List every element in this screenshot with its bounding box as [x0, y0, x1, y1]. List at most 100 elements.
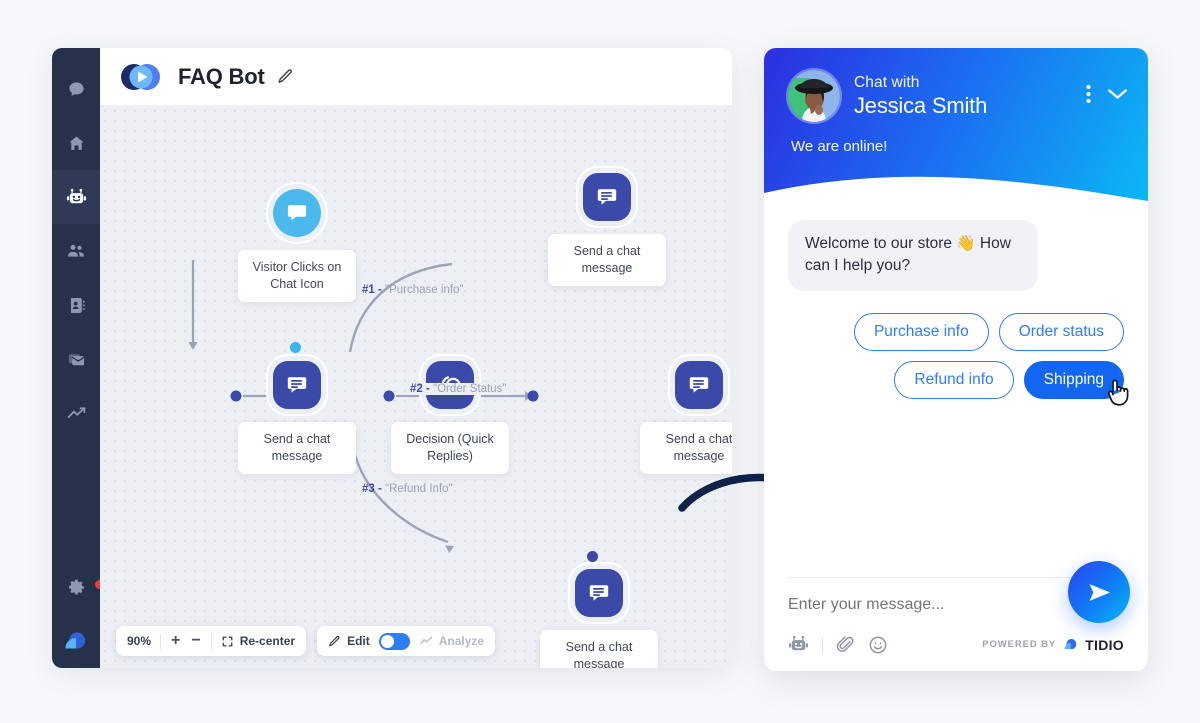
wire-label-text: "Purchase info" — [385, 284, 464, 296]
trend-line-icon — [419, 636, 432, 645]
send-button[interactable] — [1068, 561, 1130, 623]
contact-book-icon — [70, 297, 85, 313]
node-icon — [675, 361, 723, 409]
wire-label-number: #3 - — [362, 483, 382, 495]
builder-header: FAQ Bot — [100, 48, 732, 106]
node-icon — [583, 173, 631, 221]
canvas-toolbar: 90% + − Re-center Edit Analyze — [116, 626, 496, 656]
wire-label-number: #2 - — [410, 383, 430, 395]
message-lines-icon — [589, 585, 609, 601]
widget-footer: POWERED BY TIDIO — [764, 561, 1148, 671]
node-icon — [273, 189, 321, 237]
sidebar-item-chatbots[interactable] — [52, 170, 100, 224]
sidebar-bottom — [52, 560, 104, 668]
quick-reply-purchase-info[interactable]: Purchase info — [853, 312, 989, 351]
flow-node-msg1[interactable]: Send a chat message — [238, 361, 356, 474]
agent-name: Jessica Smith — [854, 92, 988, 118]
sidebar-item-analytics[interactable] — [52, 386, 100, 440]
paperclip-icon — [836, 636, 854, 652]
mode-toolbar: Edit Analyze — [317, 626, 496, 656]
node-label: Decision (Quick Replies) — [391, 422, 509, 474]
pointing-hand-cursor — [1108, 379, 1129, 406]
zoom-out-button[interactable]: − — [190, 633, 201, 649]
chat-bubble-icon — [287, 205, 307, 221]
divider — [822, 636, 823, 653]
recenter-label: Re-center — [239, 634, 296, 648]
pencil-icon — [278, 69, 292, 83]
zoom-toolbar: 90% + − Re-center — [116, 626, 307, 656]
header-wave — [764, 176, 1148, 206]
tidio-play-logo — [120, 62, 166, 92]
flow-node-msg-bottom[interactable]: Send a chat message — [540, 569, 658, 668]
tidio-logo[interactable] — [61, 626, 91, 656]
collapse-button[interactable] — [1107, 87, 1128, 106]
edit-mode-button[interactable]: Edit — [328, 634, 370, 648]
flow-node-trigger[interactable]: Visitor Clicks on Chat Icon — [238, 189, 356, 302]
pencil-icon — [329, 635, 340, 646]
sidebar-item-contacts[interactable] — [52, 278, 100, 332]
flow-node-decision[interactable]: Decision (Quick Replies) — [391, 361, 509, 474]
divider — [160, 633, 162, 649]
node-label: Send a chat message — [540, 630, 658, 668]
sidebar-item-chat[interactable] — [52, 62, 100, 116]
edit-analyze-toggle[interactable] — [378, 632, 410, 650]
kebab-menu-icon — [1086, 84, 1091, 103]
quick-replies: Purchase info Order status Refund info S… — [788, 312, 1124, 399]
flow-canvas[interactable]: Visitor Clicks on Chat Icon Send a chat … — [100, 106, 732, 668]
avatar-image — [788, 70, 840, 122]
bot-button[interactable] — [788, 634, 809, 655]
recenter-button[interactable]: Re-center — [221, 634, 295, 648]
smiley-icon — [869, 636, 887, 653]
message-lines-icon — [689, 377, 709, 393]
chatbot-builder-window: FAQ Bot Visitor Clicks on Chat Icon Send… — [52, 48, 732, 668]
flow-node-msg-right[interactable]: Send a chat message — [640, 361, 732, 474]
app-sidebar — [52, 48, 104, 668]
node-port[interactable] — [290, 342, 301, 353]
quick-reply-refund-info[interactable]: Refund info — [894, 360, 1014, 399]
powered-by: POWERED BY TIDIO — [982, 636, 1124, 653]
trend-line-icon — [67, 406, 85, 418]
chevron-down-icon — [1108, 88, 1127, 99]
widget-header: Chat with Jessica Smith We are online! — [764, 48, 1148, 206]
wire-label-3: #3 - "Refund Info" — [362, 483, 453, 495]
sidebar-item-settings[interactable] — [52, 560, 104, 614]
screen: FAQ Bot Visitor Clicks on Chat Icon Send… — [0, 0, 1200, 723]
message-lines-icon — [287, 377, 307, 393]
robot-icon — [788, 635, 809, 651]
zoom-level: 90% — [127, 634, 152, 648]
avatar — [788, 70, 840, 122]
node-icon — [273, 361, 321, 409]
attach-button[interactable] — [836, 635, 855, 654]
node-port[interactable] — [587, 551, 598, 562]
edit-label: Edit — [347, 634, 370, 648]
zoom-in-button[interactable]: + — [170, 633, 181, 649]
kebab-menu-button[interactable] — [1086, 84, 1091, 109]
widget-header-row: Chat with Jessica Smith — [764, 48, 1148, 122]
wire-label-1: #1 - "Purchase info" — [362, 284, 464, 296]
sidebar-item-visitors[interactable] — [52, 224, 100, 278]
node-label: Send a chat message — [548, 234, 666, 286]
robot-icon — [66, 188, 86, 203]
toggle-knob — [380, 634, 394, 648]
edit-title-button[interactable] — [277, 68, 294, 85]
node-icon — [575, 569, 623, 617]
emoji-button[interactable] — [868, 635, 888, 655]
bot-message: Welcome to our store 👋 How can I help yo… — [788, 220, 1038, 291]
widget-header-actions — [1086, 84, 1130, 109]
page-title: FAQ Bot — [178, 63, 265, 89]
node-label: Visitor Clicks on Chat Icon — [238, 250, 356, 302]
wire-label-text: "Order Status" — [433, 383, 507, 395]
powered-by-label: POWERED BY — [982, 639, 1057, 650]
node-port[interactable] — [447, 398, 458, 409]
sidebar-item-email[interactable] — [52, 332, 100, 386]
tidio-logo-icon — [1064, 638, 1077, 650]
sidebar-item-home[interactable] — [52, 116, 100, 170]
flow-node-msg-top[interactable]: Send a chat message — [548, 173, 666, 286]
widget-titles: Chat with Jessica Smith — [854, 74, 1072, 119]
analyze-mode-button[interactable]: Analyze — [419, 634, 484, 648]
home-icon — [68, 136, 84, 150]
quick-reply-order-status[interactable]: Order status — [998, 312, 1124, 351]
analyze-label: Analyze — [438, 634, 485, 648]
divider — [210, 633, 212, 649]
mail-icon — [68, 353, 84, 365]
